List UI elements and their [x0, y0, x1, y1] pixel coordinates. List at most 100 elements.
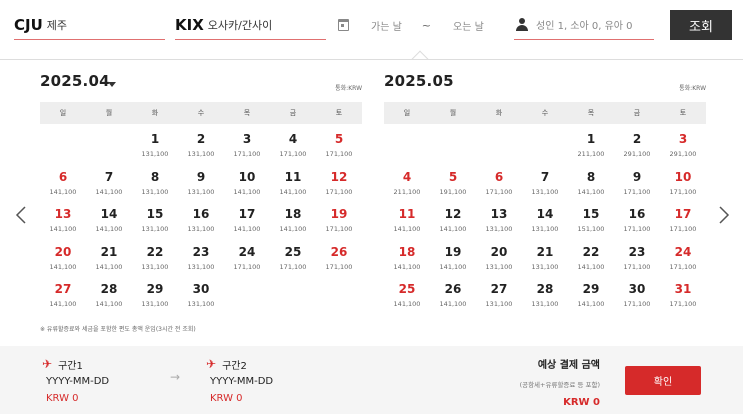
- day-cell[interactable]: 2 131,100: [178, 127, 224, 165]
- day-cell[interactable]: 31 171,100: [660, 277, 706, 315]
- day-cell[interactable]: 17 171,100: [660, 202, 706, 240]
- depart-date-placeholder[interactable]: 가는 날: [371, 18, 402, 33]
- day-cell[interactable]: 29 141,100: [568, 277, 614, 315]
- day-fare: 131,100: [141, 187, 169, 196]
- day-cell[interactable]: 26 141,100: [430, 277, 476, 315]
- passenger-field[interactable]: 성인 1, 소아 0, 유아 0: [514, 10, 654, 40]
- day-cell[interactable]: 23 131,100: [178, 240, 224, 278]
- day-cell[interactable]: 22 131,100: [132, 240, 178, 278]
- day-cell[interactable]: 29 131,100: [132, 277, 178, 315]
- day-cell[interactable]: 19 171,100: [316, 202, 362, 240]
- weekday-label: 목: [587, 109, 595, 117]
- day-cell[interactable]: 16 171,100: [614, 202, 660, 240]
- day-number: 27: [490, 282, 508, 296]
- destination-city: 오사카/간사이: [207, 18, 273, 32]
- day-cell[interactable]: 7 131,100: [522, 165, 568, 203]
- empty-cell: [86, 127, 132, 165]
- day-cell[interactable]: 7 141,100: [86, 165, 132, 203]
- day-cell[interactable]: 17 141,100: [224, 202, 270, 240]
- day-cell[interactable]: 5 191,100: [430, 165, 476, 203]
- day-number: 2: [632, 132, 642, 146]
- day-number: 30: [192, 282, 210, 296]
- next-month-button[interactable]: [717, 205, 731, 225]
- day-cell[interactable]: 24 171,100: [224, 240, 270, 278]
- day-cell[interactable]: 28 131,100: [522, 277, 568, 315]
- day-cell[interactable]: 3 171,100: [224, 127, 270, 165]
- day-cell[interactable]: 2 291,100: [614, 127, 660, 165]
- day-fare: 141,100: [279, 225, 307, 233]
- day-cell[interactable]: 13 131,100: [476, 202, 522, 240]
- day-cell[interactable]: 12 171,100: [316, 165, 362, 203]
- day-cell[interactable]: 12 141,100: [430, 202, 476, 240]
- confirm-button[interactable]: 확인: [625, 366, 701, 395]
- day-cell[interactable]: 15 131,100: [132, 202, 178, 240]
- day-cell[interactable]: 30 131,100: [178, 277, 224, 315]
- day-cell[interactable]: 22 141,100: [568, 240, 614, 278]
- chevron-down-icon[interactable]: [108, 82, 116, 87]
- day-cell[interactable]: 25 141,100: [384, 277, 430, 315]
- day-cell[interactable]: 21 131,100: [522, 240, 568, 278]
- search-button[interactable]: 조회: [670, 10, 732, 40]
- day-cell[interactable]: 20 131,100: [476, 240, 522, 278]
- day-number: 8: [150, 169, 160, 184]
- day-cell[interactable]: 1 211,100: [568, 127, 614, 165]
- destination-field[interactable]: KIX 오사카/간사이: [175, 10, 326, 40]
- day-fare: 171,100: [325, 225, 353, 233]
- airplane-icon: ✈: [206, 357, 217, 371]
- segment-price: KRW 0: [210, 393, 243, 404]
- day-number: 21: [536, 244, 554, 259]
- fare-footnote: ※ 유류할증료와 세금을 포함한 편도 총액 운임(3시간 전 조회): [40, 326, 196, 333]
- day-cell[interactable]: 25 171,100: [270, 240, 316, 278]
- month-april: 2025.04 통화:KRW 일월화수목금토 1 131,100 2 131,100 3…: [40, 60, 362, 315]
- day-cell[interactable]: 8 131,100: [132, 165, 178, 203]
- day-cell[interactable]: 26 171,100: [316, 240, 362, 278]
- day-cell[interactable]: 11 141,100: [270, 165, 316, 203]
- day-cell[interactable]: 11 141,100: [384, 202, 430, 240]
- day-cell[interactable]: 14 131,100: [522, 202, 568, 240]
- day-cell[interactable]: 18 141,100: [384, 240, 430, 278]
- day-cell[interactable]: 9 171,100: [614, 165, 660, 203]
- day-cell[interactable]: 14 141,100: [86, 202, 132, 240]
- passenger-summary: 성인 1, 소아 0, 유아 0: [536, 21, 633, 32]
- segment-label: 구간1: [58, 360, 83, 372]
- day-number: 6: [58, 169, 68, 184]
- day-number: 28: [536, 282, 554, 296]
- day-cell[interactable]: 30 171,100: [614, 277, 660, 315]
- prev-month-button[interactable]: [14, 205, 28, 225]
- day-fare: 171,100: [279, 150, 307, 158]
- day-fare: 141,100: [49, 300, 77, 308]
- day-cell[interactable]: 20 141,100: [40, 240, 86, 278]
- calendar-icon: [338, 19, 349, 31]
- day-cell[interactable]: 27 141,100: [40, 277, 86, 315]
- day-cell[interactable]: 3 291,100: [660, 127, 706, 165]
- day-cell[interactable]: 5 171,100: [316, 127, 362, 165]
- origin-field[interactable]: CJU 제주: [14, 10, 165, 40]
- day-cell[interactable]: 1 131,100: [132, 127, 178, 165]
- day-number: 4: [288, 132, 298, 146]
- day-cell[interactable]: 27 131,100: [476, 277, 522, 315]
- day-cell[interactable]: 8 141,100: [568, 165, 614, 203]
- currency-label: 통화:KRW: [335, 85, 362, 92]
- day-cell[interactable]: 10 141,100: [224, 165, 270, 203]
- day-number: 6: [494, 169, 504, 184]
- day-cell[interactable]: 24 171,100: [660, 240, 706, 278]
- return-date-placeholder[interactable]: 오는 날: [453, 18, 484, 33]
- day-cell[interactable]: 16 131,100: [178, 202, 224, 240]
- day-cell[interactable]: 28 141,100: [86, 277, 132, 315]
- day-cell[interactable]: 18 141,100: [270, 202, 316, 240]
- day-cell[interactable]: 23 171,100: [614, 240, 660, 278]
- day-cell[interactable]: 10 171,100: [660, 165, 706, 203]
- day-cell[interactable]: 6 141,100: [40, 165, 86, 203]
- day-cell[interactable]: 19 141,100: [430, 240, 476, 278]
- day-cell[interactable]: 6 171,100: [476, 165, 522, 203]
- month-title[interactable]: 2025.04: [40, 72, 110, 90]
- day-cell[interactable]: 15 151,100: [568, 202, 614, 240]
- day-number: 13: [490, 207, 508, 221]
- day-cell[interactable]: 4 211,100: [384, 165, 430, 203]
- day-cell[interactable]: 21 141,100: [86, 240, 132, 278]
- day-cell[interactable]: 9 131,100: [178, 165, 224, 203]
- date-range-field[interactable]: 가는 날 ~ 오는 날: [336, 10, 504, 40]
- day-fare: 141,100: [233, 187, 261, 196]
- day-cell[interactable]: 13 141,100: [40, 202, 86, 240]
- day-cell[interactable]: 4 171,100: [270, 127, 316, 165]
